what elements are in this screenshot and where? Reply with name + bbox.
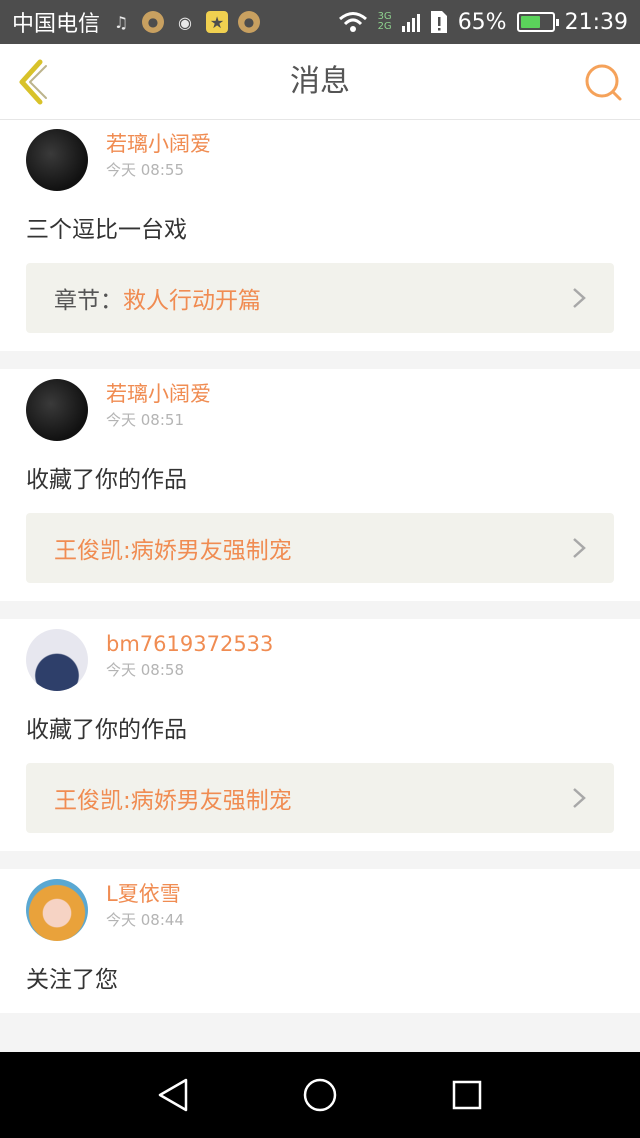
message-card[interactable]: 若璃小阔爱 今天 08:55 三个逗比一台戏 章节：救人行动开篇 — [0, 121, 640, 351]
work-reference[interactable]: 王俊凯:病娇男友强制宠 — [26, 513, 614, 583]
message-user-row: bm7619372533 今天 08:58 — [26, 629, 614, 693]
search-button[interactable] — [580, 58, 628, 106]
music-icon: ♫ — [113, 12, 129, 32]
sim-alert-icon — [430, 11, 447, 33]
work-reference[interactable]: 王俊凯:病娇男友强制宠 — [26, 763, 614, 833]
navigation-bar — [0, 1052, 640, 1138]
wifi-icon — [338, 12, 367, 32]
app-icon: ◉ — [178, 12, 192, 32]
chevron-right-icon — [573, 288, 586, 308]
avatar[interactable] — [26, 129, 88, 191]
username[interactable]: bm7619372533 — [106, 629, 273, 659]
square-recents-icon — [452, 1080, 481, 1110]
avatar[interactable] — [26, 629, 88, 691]
message-user-row: 若璃小阔爱 今天 08:55 — [26, 129, 614, 193]
chapter-reference[interactable]: 章节：救人行动开篇 — [26, 263, 614, 333]
user-meta: 若璃小阔爱 今天 08:51 — [106, 379, 211, 431]
nav-recents-button[interactable] — [445, 1073, 489, 1117]
coin-icon: ● — [238, 11, 261, 33]
network-type: 3G 2G — [378, 12, 392, 32]
avatar[interactable] — [26, 379, 88, 441]
user-meta: bm7619372533 今天 08:58 — [106, 629, 273, 681]
header: 消息 — [0, 44, 640, 120]
user-meta: L夏依雪 今天 08:44 — [106, 879, 184, 931]
clock: 21:39 — [564, 9, 628, 35]
message-text: 收藏了你的作品 — [26, 467, 187, 493]
nav-back-button[interactable] — [151, 1073, 195, 1117]
message-card[interactable]: 若璃小阔爱 今天 08:51 收藏了你的作品 王俊凯:病娇男友强制宠 — [0, 369, 640, 601]
user-meta: 若璃小阔爱 今天 08:55 — [106, 129, 211, 181]
reference-text: 章节：救人行动开篇 — [54, 281, 261, 315]
message-list[interactable]: 若璃小阔爱 今天 08:55 三个逗比一台戏 章节：救人行动开篇 若璃小阔爱 今… — [0, 121, 640, 1052]
reference-label: 章节： — [54, 288, 123, 314]
status-bar-right: 3G 2G 65% 21:39 — [338, 10, 628, 35]
message-text: 三个逗比一台戏 — [26, 217, 187, 243]
message-card[interactable]: bm7619372533 今天 08:58 收藏了你的作品 王俊凯:病娇男友强制… — [0, 619, 640, 851]
message-user-row: 若璃小阔爱 今天 08:51 — [26, 379, 614, 443]
message-time: 今天 08:51 — [106, 411, 184, 429]
reference-value: 王俊凯:病娇男友强制宠 — [54, 788, 292, 814]
reference-text: 王俊凯:病娇男友强制宠 — [54, 531, 292, 565]
search-icon — [585, 64, 622, 101]
chevron-right-icon — [573, 788, 586, 808]
status-bar: 中国电信 ♫ ● ◉ ★ ● 3G 2G 65% 21:39 — [0, 0, 640, 44]
username[interactable]: L夏依雪 — [106, 879, 184, 909]
message-text: 收藏了你的作品 — [26, 717, 187, 743]
circle-home-icon — [303, 1078, 337, 1112]
message-text: 关注了您 — [26, 967, 118, 993]
message-time: 今天 08:58 — [106, 661, 184, 679]
chevron-right-icon — [573, 538, 586, 558]
reference-text: 王俊凯:病娇男友强制宠 — [54, 781, 292, 815]
battery-icon — [516, 12, 559, 32]
message-user-row: L夏依雪 今天 08:44 — [26, 879, 614, 943]
chat-icon: ● — [142, 11, 165, 33]
reference-value: 救人行动开篇 — [123, 288, 261, 314]
network-type-bottom: 2G — [377, 21, 392, 32]
page-title: 消息 — [290, 64, 350, 99]
message-time: 今天 08:44 — [106, 911, 184, 929]
reference-value: 王俊凯:病娇男友强制宠 — [54, 538, 292, 564]
nav-home-button[interactable] — [298, 1073, 342, 1117]
status-bar-left: 中国电信 ♫ ● ◉ ★ ● — [12, 6, 261, 38]
battery-fill — [520, 16, 541, 28]
username[interactable]: 若璃小阔爱 — [106, 129, 211, 159]
star-icon: ★ — [206, 11, 229, 33]
username[interactable]: 若璃小阔爱 — [106, 379, 211, 409]
carrier-name: 中国电信 — [12, 12, 101, 37]
avatar[interactable] — [26, 879, 88, 941]
message-time: 今天 08:55 — [106, 161, 184, 179]
triangle-back-icon — [159, 1078, 188, 1112]
message-card[interactable]: L夏依雪 今天 08:44 关注了您 — [0, 869, 640, 1013]
signal-icon — [401, 12, 420, 32]
battery-percent: 65% — [457, 9, 507, 35]
